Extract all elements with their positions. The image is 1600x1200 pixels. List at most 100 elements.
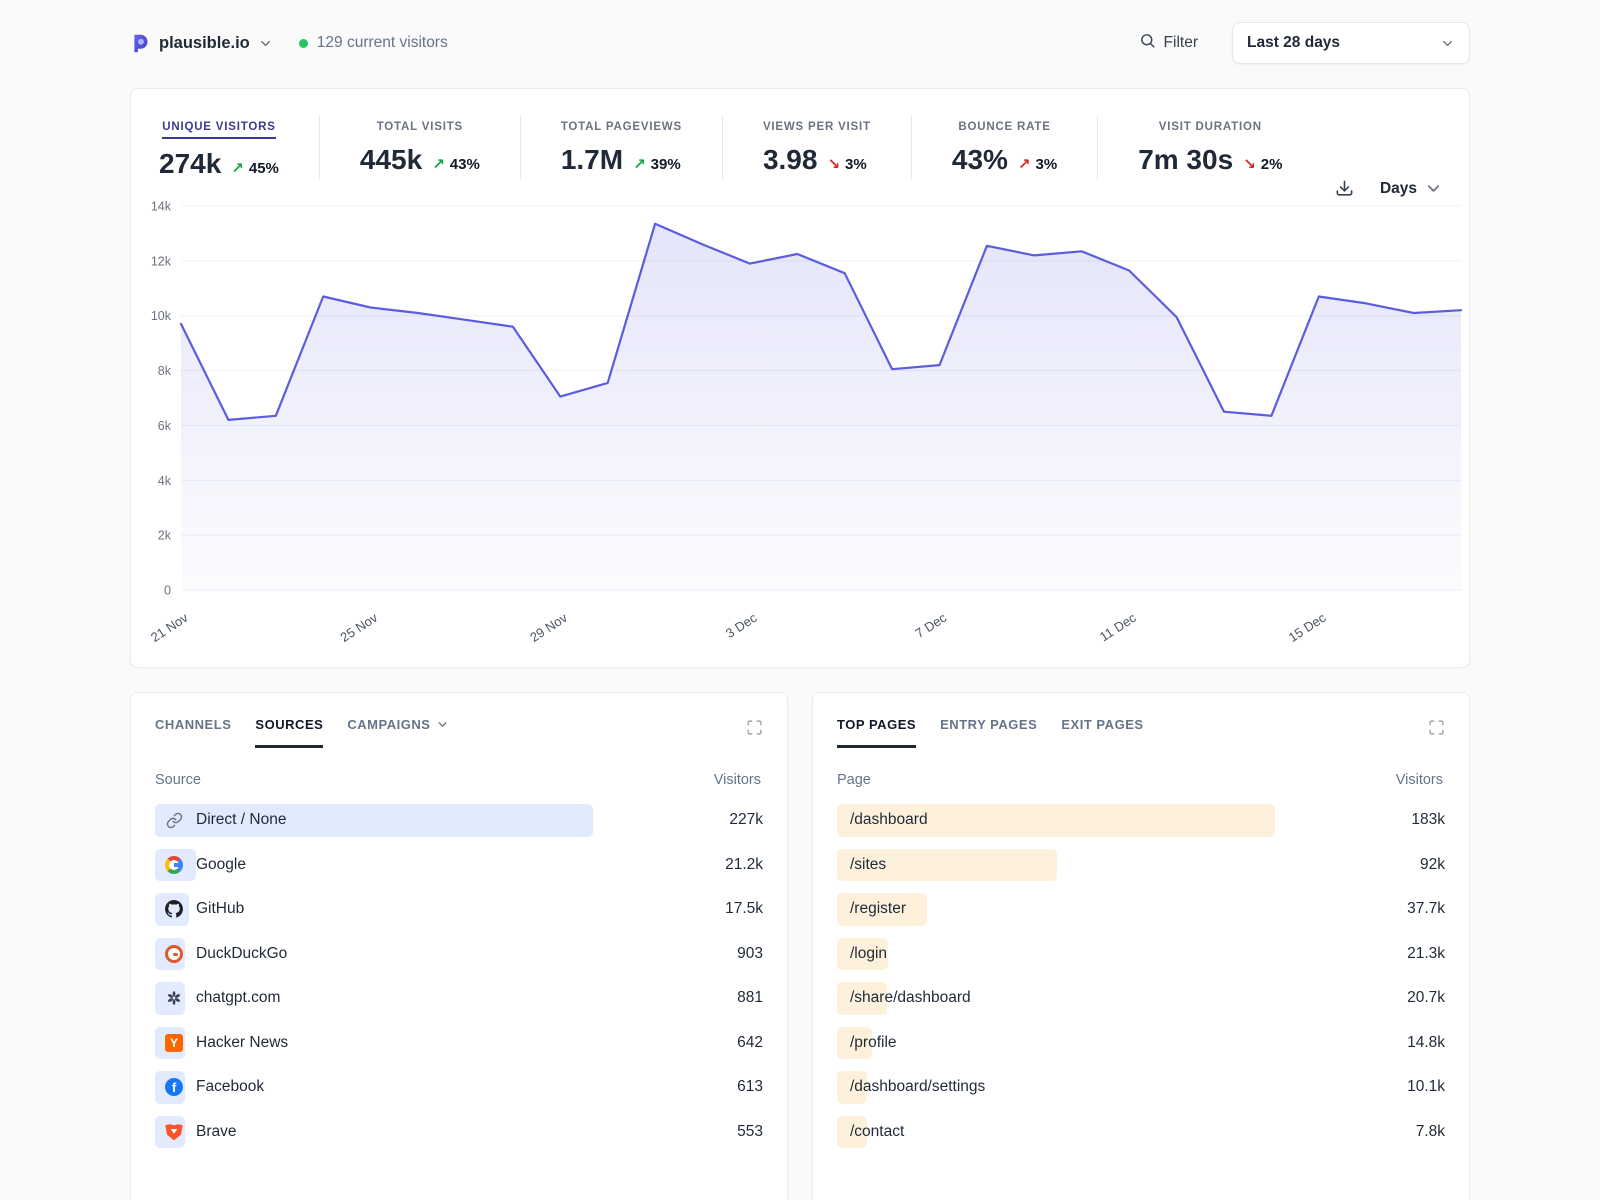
- table-row[interactable]: /dashboard 183k: [837, 798, 1445, 843]
- row-value: 642: [683, 1034, 763, 1052]
- row-label: /profile: [850, 1034, 897, 1052]
- plausible-logo-icon: [130, 33, 151, 54]
- row-value: 7.8k: [1365, 1123, 1445, 1141]
- stat-metric[interactable]: VIEWS PER VISIT 3.98 ↘ 3%: [722, 115, 911, 180]
- table-row[interactable]: /register 37.7k: [837, 887, 1445, 932]
- stat-label: TOTAL VISITS: [377, 121, 463, 133]
- table-row[interactable]: Y Hacker News 642: [155, 1021, 763, 1066]
- row-value: 21.3k: [1365, 945, 1445, 963]
- table-row[interactable]: Direct / None 227k: [155, 798, 763, 843]
- stat-metric[interactable]: TOTAL VISITS 445k ↗ 43%: [319, 115, 520, 180]
- tab-exit-pages[interactable]: EXIT PAGES: [1061, 717, 1143, 748]
- bottom-row: CHANNELS SOURCES CAMPAIGNS Sour: [130, 692, 1470, 1200]
- visitors-chart[interactable]: 02k4k6k8k10k12k14k21 Nov25 Nov29 Nov3 De…: [131, 198, 1469, 659]
- chevron-down-icon: [1424, 179, 1443, 198]
- table-row[interactable]: /share/dashboard 20.7k: [837, 976, 1445, 1021]
- table-row[interactable]: Google 21.2k: [155, 843, 763, 888]
- maximize-icon: [1428, 719, 1445, 736]
- stat-value: 445k: [360, 144, 422, 176]
- tab-channels[interactable]: CHANNELS: [155, 717, 231, 748]
- stat-metric[interactable]: VISIT DURATION 7m 30s ↘ 2%: [1097, 115, 1322, 180]
- svg-text:11 Dec: 11 Dec: [1097, 610, 1139, 645]
- date-range-picker[interactable]: Last 28 days: [1232, 22, 1470, 64]
- trend-arrow-icon: ↗: [231, 159, 244, 177]
- table-row[interactable]: /login 21.3k: [837, 932, 1445, 977]
- row-label: /sites: [850, 856, 886, 874]
- chevron-down-icon: [1440, 36, 1455, 51]
- row-label: Brave: [196, 1123, 237, 1141]
- stat-value: 1.7M: [561, 144, 623, 176]
- column-visitors-label: Visitors: [1396, 772, 1443, 788]
- site-name: plausible.io: [159, 34, 250, 53]
- stat-label: TOTAL PAGEVIEWS: [561, 121, 682, 133]
- table-row[interactable]: /sites 92k: [837, 843, 1445, 888]
- pages-panel: TOP PAGES ENTRY PAGES EXIT PAGES Page Vi…: [812, 692, 1470, 1200]
- trend-arrow-icon: ↗: [633, 155, 646, 173]
- stat-metric[interactable]: BOUNCE RATE 43% ↗ 3%: [911, 115, 1097, 180]
- stat-value: 3.98: [763, 144, 818, 176]
- topbar: plausible.io 129 current visitors Filter…: [130, 20, 1470, 66]
- current-visitors[interactable]: 129 current visitors: [299, 34, 448, 52]
- row-label: DuckDuckGo: [196, 945, 287, 963]
- expand-button[interactable]: [1428, 719, 1445, 736]
- row-label: Hacker News: [196, 1034, 288, 1052]
- interval-dropdown[interactable]: Days: [1380, 179, 1443, 198]
- trend-arrow-icon: ↗: [1018, 155, 1031, 173]
- stat-label: VISIT DURATION: [1159, 121, 1262, 133]
- download-button[interactable]: [1335, 179, 1354, 198]
- trend-arrow-icon: ↗: [432, 155, 445, 173]
- row-label: /share/dashboard: [850, 989, 971, 1007]
- svg-text:6k: 6k: [158, 419, 172, 433]
- row-label: /contact: [850, 1123, 904, 1141]
- stat-delta: 3%: [845, 156, 867, 173]
- stat-metric[interactable]: TOTAL PAGEVIEWS 1.7M ↗ 39%: [520, 115, 722, 180]
- svg-text:7 Dec: 7 Dec: [912, 610, 949, 641]
- stat-delta: 45%: [249, 160, 279, 177]
- row-label: Direct / None: [196, 811, 286, 829]
- stat-delta: 43%: [450, 156, 480, 173]
- filter-button[interactable]: Filter: [1139, 32, 1198, 54]
- row-value: 613: [683, 1078, 763, 1096]
- table-row[interactable]: /dashboard/settings 10.1k: [837, 1065, 1445, 1110]
- google-icon: [165, 856, 183, 874]
- stat-label: BOUNCE RATE: [958, 121, 1050, 133]
- table-row[interactable]: DuckDuckGo 903: [155, 932, 763, 977]
- filter-label: Filter: [1164, 34, 1198, 52]
- maximize-icon: [746, 719, 763, 736]
- table-row[interactable]: chatgpt.com 881: [155, 976, 763, 1021]
- download-icon: [1335, 179, 1354, 198]
- column-source-label: Source: [155, 772, 201, 788]
- site-switcher[interactable]: plausible.io: [130, 33, 273, 54]
- chart-controls: Days: [1335, 179, 1443, 198]
- table-row[interactable]: GitHub 17.5k: [155, 887, 763, 932]
- expand-button[interactable]: [746, 719, 763, 736]
- interval-label: Days: [1380, 180, 1417, 198]
- stat-metric[interactable]: UNIQUE VISITORS 274k ↗ 45%: [159, 115, 319, 184]
- live-dot-icon: [299, 39, 308, 48]
- tab-entry-pages[interactable]: ENTRY PAGES: [940, 717, 1037, 748]
- svg-text:4k: 4k: [158, 474, 172, 488]
- search-icon: [1139, 32, 1156, 54]
- column-visitors-label: Visitors: [714, 772, 761, 788]
- duckduckgo-icon: [165, 945, 183, 963]
- row-value: 553: [683, 1123, 763, 1141]
- row-label: /login: [850, 945, 887, 963]
- date-range-value: Last 28 days: [1247, 34, 1340, 52]
- row-value: 14.8k: [1365, 1034, 1445, 1052]
- svg-text:14k: 14k: [151, 200, 172, 214]
- tab-sources[interactable]: SOURCES: [255, 717, 323, 748]
- stat-value: 7m 30s: [1138, 144, 1233, 176]
- row-value: 37.7k: [1365, 900, 1445, 918]
- table-row[interactable]: /contact 7.8k: [837, 1110, 1445, 1155]
- table-row[interactable]: /profile 14.8k: [837, 1021, 1445, 1066]
- row-label: /register: [850, 900, 906, 918]
- table-row[interactable]: Brave 553: [155, 1110, 763, 1155]
- sources-tabs: CHANNELS SOURCES CAMPAIGNS: [155, 717, 449, 748]
- trend-arrow-icon: ↘: [1243, 155, 1256, 173]
- tab-top-pages[interactable]: TOP PAGES: [837, 717, 916, 748]
- svg-text:2k: 2k: [158, 529, 172, 543]
- table-row[interactable]: f Facebook 613: [155, 1065, 763, 1110]
- sources-panel: CHANNELS SOURCES CAMPAIGNS Sour: [130, 692, 788, 1200]
- tab-campaigns[interactable]: CAMPAIGNS: [347, 717, 448, 748]
- pages-tabs: TOP PAGES ENTRY PAGES EXIT PAGES: [837, 717, 1144, 748]
